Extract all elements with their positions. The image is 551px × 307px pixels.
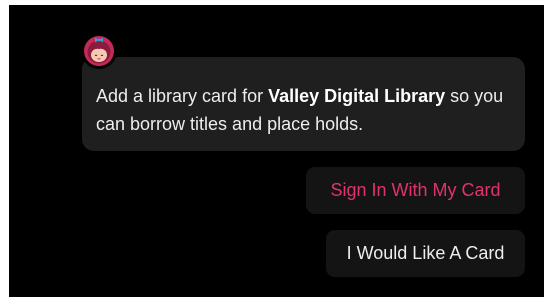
message-bubble: Add a library card for Valley Digital Li… xyxy=(82,57,525,151)
sign-in-with-card-label: Sign In With My Card xyxy=(330,180,501,200)
request-card-button[interactable]: I Would Like A Card xyxy=(326,230,525,277)
chat-screen: Add a library card for Valley Digital Li… xyxy=(9,5,544,297)
sign-in-with-card-button[interactable]: Sign In With My Card xyxy=(306,167,525,214)
message-text-before: Add a library card for xyxy=(96,86,269,106)
librarian-mascot-icon xyxy=(84,36,114,66)
library-name: Valley Digital Library xyxy=(268,86,446,106)
request-card-label: I Would Like A Card xyxy=(346,243,505,263)
avatar xyxy=(81,33,117,69)
